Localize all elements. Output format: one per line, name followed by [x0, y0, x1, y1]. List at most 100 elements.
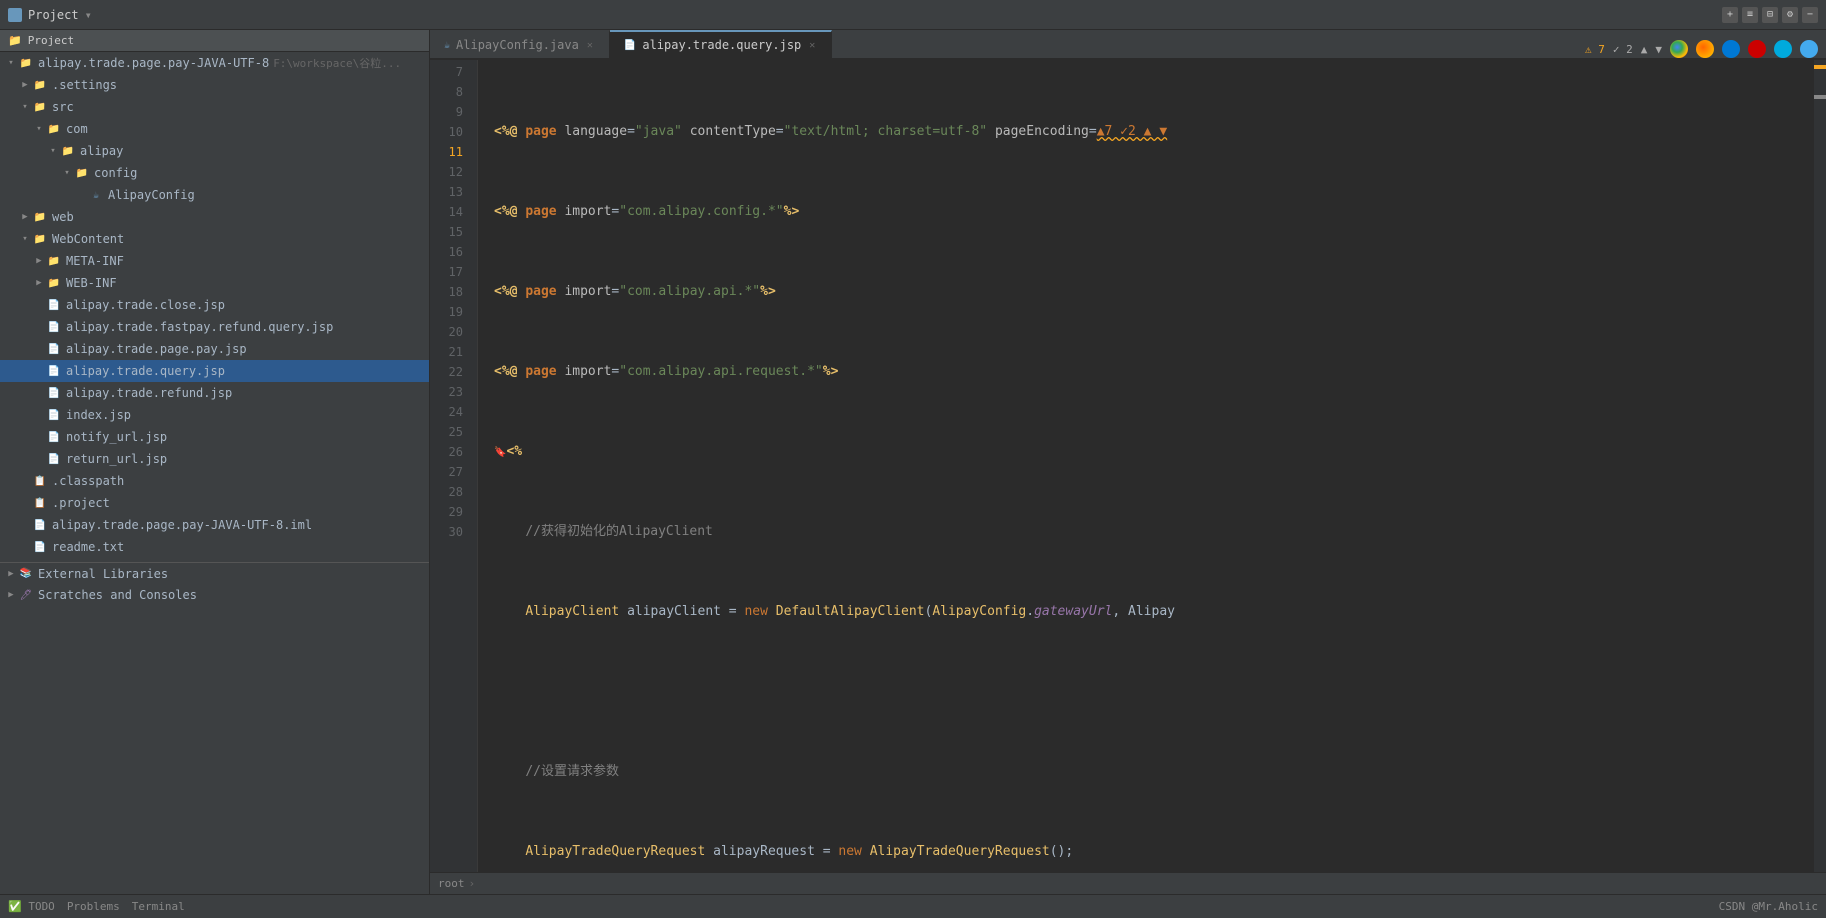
layout-btn[interactable]: ≡ — [1742, 7, 1758, 23]
java-tab-icon: ☕ — [444, 40, 450, 51]
sidebar-item-iml[interactable]: 📄 alipay.trade.page.pay-JAVA-UTF-8.iml — [0, 514, 429, 536]
code-line-9: <%@ page import="com.alipay.api.*"%> — [494, 282, 1814, 302]
arrow-icon: ▾ — [32, 124, 46, 134]
code-line-14 — [494, 682, 1814, 702]
sidebar-item-alipayconfig[interactable]: ☕ AlipayConfig — [0, 184, 429, 206]
index-jsp-label: index.jsp — [66, 408, 131, 422]
tab-close-query[interactable]: ✕ — [807, 39, 817, 52]
code-content: 7 8 9 10 11 12 13 14 15 16 17 18 19 20 2… — [430, 60, 1826, 872]
safari-icon[interactable] — [1800, 40, 1818, 58]
code-editor[interactable]: 7 8 9 10 11 12 13 14 15 16 17 18 19 20 2… — [430, 60, 1826, 872]
minimize-btn[interactable]: − — [1802, 7, 1818, 23]
sidebar-item-project[interactable]: 📋 .project — [0, 492, 429, 514]
src-label: src — [52, 100, 74, 114]
project-title: Project — [28, 8, 79, 22]
tab-close-alipayconfig[interactable]: ✕ — [585, 39, 595, 52]
webcontent-folder-icon: 📁 — [32, 232, 48, 246]
sidebar-tree: ▾ 📁 alipay.trade.page.pay-JAVA-UTF-8 F:\… — [0, 52, 429, 894]
web-inf-label: WEB-INF — [66, 276, 117, 290]
sidebar-item-meta-inf[interactable]: ▶ 📁 META-INF — [0, 250, 429, 272]
sidebar-item-settings[interactable]: ▶ 📁 .settings — [0, 74, 429, 96]
fastpay-jsp-label: alipay.trade.fastpay.refund.query.jsp — [66, 320, 333, 334]
sidebar-item-alipay[interactable]: ▾ 📁 alipay — [0, 140, 429, 162]
alipay-label: alipay — [80, 144, 123, 158]
sidebar-item-page-pay-jsp[interactable]: 📄 alipay.trade.page.pay.jsp — [0, 338, 429, 360]
jsp-file-icon: 📄 — [46, 452, 62, 466]
todo-btn[interactable]: ✅ TODO — [8, 900, 55, 913]
code-line-15: //设置请求参数 — [494, 762, 1814, 782]
ln-7: 7 — [430, 62, 469, 82]
web-label: web — [52, 210, 74, 224]
status-left: ✅ TODO Problems Terminal — [8, 900, 185, 913]
sidebar-item-readme[interactable]: 📄 readme.txt — [0, 536, 429, 558]
alipayconfig-label: AlipayConfig — [108, 188, 195, 202]
iml-label: alipay.trade.page.pay-JAVA-UTF-8.iml — [52, 518, 312, 532]
ln-21: 21 — [430, 342, 469, 362]
nav-up[interactable]: ▲ — [1641, 43, 1648, 56]
tab-alipayconfig[interactable]: ☕ AlipayConfig.java ✕ — [430, 30, 610, 58]
main-layout: 📁 Project ▾ 📁 alipay.trade.page.pay-JAVA… — [0, 30, 1826, 894]
project-icon — [8, 8, 22, 22]
settings-btn[interactable]: ⚙ — [1782, 7, 1798, 23]
edge-icon[interactable] — [1722, 40, 1740, 58]
refund-jsp-label: alipay.trade.refund.jsp — [66, 386, 232, 400]
tab-query-jsp[interactable]: 📄 alipay.trade.query.jsp ✕ — [610, 30, 832, 58]
title-bar-left: Project ▾ — [8, 8, 92, 22]
breadcrumb: root › — [430, 872, 1826, 894]
sidebar-item-com[interactable]: ▾ 📁 com — [0, 118, 429, 140]
ln-30: 30 — [430, 522, 469, 542]
edge2-icon[interactable] — [1774, 40, 1792, 58]
sidebar-item-web[interactable]: ▶ 📁 web — [0, 206, 429, 228]
terminal-btn[interactable]: Terminal — [132, 900, 185, 913]
settings-folder-icon: 📁 — [32, 78, 48, 92]
sidebar-item-webcontent[interactable]: ▾ 📁 WebContent — [0, 228, 429, 250]
sidebar-item-close-jsp[interactable]: 📄 alipay.trade.close.jsp — [0, 294, 429, 316]
arrow-icon: ▶ — [4, 590, 18, 600]
ln-16: 16 — [430, 242, 469, 262]
tree-root[interactable]: ▾ 📁 alipay.trade.page.pay-JAVA-UTF-8 F:\… — [0, 52, 429, 74]
nav-down[interactable]: ▼ — [1655, 43, 1662, 56]
sidebar-item-index-jsp[interactable]: 📄 index.jsp — [0, 404, 429, 426]
sidebar-item-notify-jsp[interactable]: 📄 notify_url.jsp — [0, 426, 429, 448]
return-jsp-label: return_url.jsp — [66, 452, 167, 466]
ln-14: 14 — [430, 202, 469, 222]
sidebar-item-refund-jsp[interactable]: 📄 alipay.trade.refund.jsp — [0, 382, 429, 404]
arrow-icon: ▾ — [4, 58, 18, 68]
tab-query-label: alipay.trade.query.jsp — [642, 38, 801, 52]
sidebar-item-ext-libs[interactable]: ▶ 📚 External Libraries — [0, 562, 429, 584]
sidebar-item-fastpay-jsp[interactable]: 📄 alipay.trade.fastpay.refund.query.jsp — [0, 316, 429, 338]
right-gutter — [1814, 60, 1826, 872]
ln-10: 10 — [430, 122, 469, 142]
chrome-icon[interactable] — [1670, 40, 1688, 58]
firefox-icon[interactable] — [1696, 40, 1714, 58]
config-folder-icon: 📁 — [74, 166, 90, 180]
sidebar-item-src[interactable]: ▾ 📁 src — [0, 96, 429, 118]
com-folder-icon: 📁 — [46, 122, 62, 136]
code-line-12: //获得初始化的AlipayClient — [494, 522, 1814, 542]
add-btn[interactable]: + — [1722, 7, 1738, 23]
code-line-8: <%@ page import="com.alipay.config.*"%> — [494, 202, 1814, 222]
code-lines[interactable]: <%@ page language="java" contentType="te… — [478, 60, 1814, 872]
sidebar-item-web-inf[interactable]: ▶ 📁 WEB-INF — [0, 272, 429, 294]
sidebar-item-return-jsp[interactable]: 📄 return_url.jsp — [0, 448, 429, 470]
problems-btn[interactable]: Problems — [67, 900, 120, 913]
error-count: ✓ 2 — [1613, 43, 1633, 56]
code-line-16: AlipayTradeQueryRequest alipayRequest = … — [494, 842, 1814, 862]
sidebar-item-config[interactable]: ▾ 📁 config — [0, 162, 429, 184]
ie-icon[interactable] — [1748, 40, 1766, 58]
project-folder-icon: 📁 — [8, 34, 22, 47]
jsp-tab-icon: 📄 — [624, 40, 636, 51]
webinf-folder-icon: 📁 — [46, 276, 62, 290]
arrow-icon: ▾ — [18, 102, 32, 112]
sidebar-item-classpath[interactable]: 📋 .classpath — [0, 470, 429, 492]
dropdown-arrow[interactable]: ▾ — [85, 8, 92, 22]
code-line-11: 🔖<% — [494, 442, 1814, 462]
split-btn[interactable]: ⊟ — [1762, 7, 1778, 23]
readme-label: readme.txt — [52, 540, 124, 554]
code-line-10: <%@ page import="com.alipay.api.request.… — [494, 362, 1814, 382]
meta-folder-icon: 📁 — [46, 254, 62, 268]
page-pay-jsp-label: alipay.trade.page.pay.jsp — [66, 342, 247, 356]
web-folder-icon: 📁 — [32, 210, 48, 224]
sidebar-item-query-jsp[interactable]: 📄 alipay.trade.query.jsp — [0, 360, 429, 382]
sidebar-item-scratches[interactable]: ▶ 🖊 Scratches and Consoles — [0, 584, 429, 606]
